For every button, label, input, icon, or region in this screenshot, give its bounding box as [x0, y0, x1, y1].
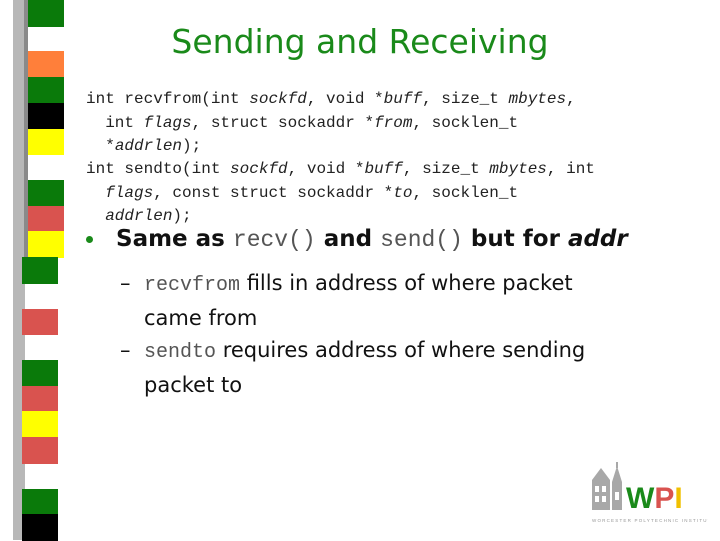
code-param: sockfd: [249, 90, 307, 108]
sendto-code: int sendto(int sockfd, void *buff, size_…: [86, 158, 595, 229]
sub-bullet-sendto: – sendto requires address of where sendin…: [120, 334, 585, 401]
stripe-band-red: [22, 308, 58, 336]
bullet-code-send: send(): [380, 227, 463, 253]
code-text: , void *: [287, 160, 365, 178]
code-text: , size_t: [402, 160, 490, 178]
code-param: sockfd: [230, 160, 288, 178]
code-text: , int: [546, 160, 595, 178]
code-param: flags: [105, 183, 154, 202]
code-line: int sendto(int sockfd, void *buff, size_…: [86, 158, 595, 182]
stripe-band-yellow: [28, 231, 64, 259]
code-line: *addrlen);: [86, 135, 576, 159]
stripe-band-yellow: [28, 128, 64, 156]
code-param: buff: [364, 160, 403, 178]
dash-icon: –: [120, 271, 131, 295]
wpi-logo-text: WPI: [626, 482, 683, 515]
bullet-text-2: and: [315, 226, 381, 252]
sub-code: sendto: [144, 341, 217, 364]
code-line: int flags, struct sockaddr *from, sockle…: [86, 112, 576, 136]
stripe-band-green: [22, 360, 58, 387]
slide-title: Sending and Receiving: [171, 22, 549, 61]
code-param: addrlen: [114, 137, 183, 155]
code-param: buff: [383, 90, 423, 108]
stripe-band-green: [22, 488, 58, 516]
code-line: addrlen);: [86, 205, 595, 229]
bullet-italic-addr: addr: [567, 226, 628, 252]
code-text: );: [182, 137, 202, 155]
code-text: , struct sockaddr *: [191, 113, 375, 132]
code-line: int recvfrom(int sockfd, void *buff, siz…: [86, 88, 576, 112]
stripe-band-red: [22, 385, 58, 413]
code-text: int: [86, 113, 144, 132]
code-param: to: [393, 183, 413, 202]
code-text: );: [172, 207, 192, 225]
code-text: , size_t: [422, 90, 509, 108]
sub-text-line1: requires address of where sending: [216, 338, 586, 362]
code-line: flags, const struct sockaddr *to, sockle…: [86, 182, 595, 206]
main-bullet: Same as recv() and send() but for addr: [116, 226, 628, 253]
sub-bullet-recvfrom: – recvfrom fills in address of where pack…: [120, 267, 573, 334]
stripe-band-black: [28, 102, 64, 130]
code-text: *: [86, 137, 115, 155]
wpi-building-icon: WPI WORCESTER POLYTECHNIC INSTITUTE: [592, 462, 715, 523]
bullet-code-recv: recv(): [232, 227, 316, 253]
code-text: int sendto(int: [86, 160, 231, 178]
code-text: , socklen_t: [412, 113, 519, 132]
stripe-band-yellow: [22, 411, 58, 439]
stripe-band-red: [22, 437, 58, 464]
wpi-logo: WPI WORCESTER POLYTECHNIC INSTITUTE: [588, 462, 715, 532]
sub-text-line2: came from: [144, 306, 258, 330]
stripe-band-black: [22, 514, 58, 541]
sub-text-line2: packet to: [144, 373, 243, 397]
stripe-band-green: [28, 77, 64, 104]
code-param: mbytes: [508, 90, 567, 108]
code-param: addrlen: [105, 207, 173, 225]
bullet-icon: [86, 236, 93, 243]
bullet-text-3: but for: [462, 226, 568, 252]
code-param: from: [374, 113, 413, 132]
code-text: ,: [566, 90, 576, 108]
stripe-band-green: [28, 180, 64, 207]
code-text: , void *: [306, 90, 384, 108]
recvfrom-code: int recvfrom(int sockfd, void *buff, siz…: [86, 88, 576, 159]
bullet-text-1: Same as: [116, 226, 233, 252]
sub-text-line1: fills in address of where packet: [240, 271, 573, 295]
stripe-band-red: [28, 205, 64, 233]
stripe-band-green: [22, 257, 58, 284]
dash-icon: –: [120, 338, 131, 362]
sub-code: recvfrom: [144, 274, 241, 297]
code-param: mbytes: [489, 160, 547, 178]
code-text: , socklen_t: [412, 183, 519, 202]
code-text: int recvfrom(int: [86, 90, 250, 108]
code-param: flags: [143, 113, 192, 132]
wpi-logo-caption: WORCESTER POLYTECHNIC INSTITUTE: [592, 518, 708, 523]
code-text: , const struct sockaddr *: [153, 183, 394, 202]
